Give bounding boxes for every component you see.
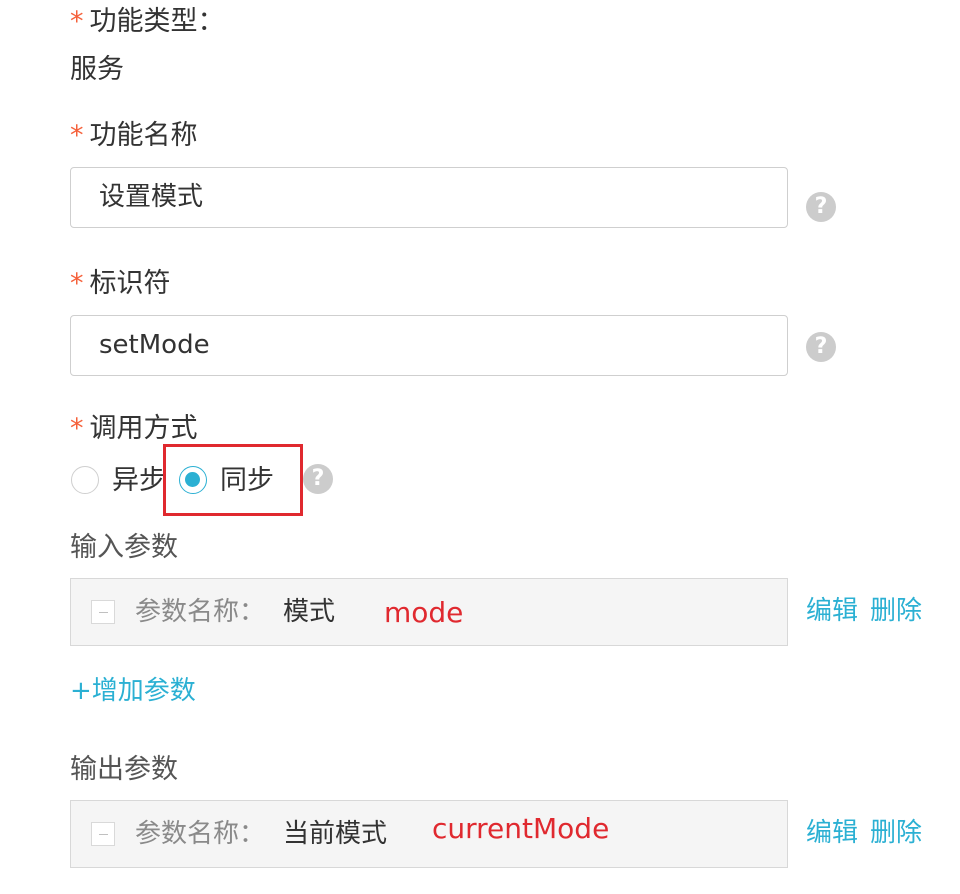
radio-async[interactable] [71, 466, 99, 494]
function-type-label: * 功能类型： [70, 6, 225, 37]
function-name-label: * 功能名称 [70, 120, 198, 151]
input-param-row: 参数名称： 模式 mode [70, 578, 788, 646]
required-mark: * [70, 413, 84, 444]
input-params-label: 输入参数 [70, 532, 178, 563]
param-identifier-annotation: mode [384, 596, 464, 629]
output-params-label: 输出参数 [70, 754, 178, 785]
param-identifier-annotation: currentMode [432, 812, 610, 845]
help-icon[interactable]: ? [806, 192, 836, 222]
required-mark: * [70, 6, 84, 37]
function-name-input[interactable]: 设置模式 [70, 167, 788, 228]
identifier-input[interactable]: setMode [70, 315, 788, 376]
edit-param-link[interactable]: 编辑 [806, 820, 858, 846]
param-name-value: 当前模式 [283, 819, 388, 849]
radio-async-label[interactable]: 异步 [112, 467, 166, 494]
function-type-value: 服务 [70, 54, 124, 85]
help-icon[interactable]: ? [303, 464, 333, 494]
help-icon[interactable]: ? [806, 332, 836, 362]
param-name-label: 参数名称： [135, 819, 266, 849]
output-param-row: 参数名称： 当前模式 currentMode [70, 800, 788, 868]
required-mark: * [70, 120, 84, 151]
delete-param-link[interactable]: 删除 [870, 598, 922, 624]
highlight-annotation-box [163, 444, 303, 516]
param-checkbox[interactable] [91, 822, 115, 846]
required-mark: * [70, 268, 84, 299]
param-name-label: 参数名称： [135, 597, 266, 627]
add-param-link[interactable]: +增加参数 [70, 678, 196, 704]
call-mode-label: * 调用方式 [70, 413, 198, 444]
edit-param-link[interactable]: 编辑 [806, 598, 858, 624]
param-name-value: 模式 [283, 597, 336, 627]
delete-param-link[interactable]: 删除 [870, 820, 922, 846]
param-checkbox[interactable] [91, 600, 115, 624]
identifier-label: * 标识符 [70, 268, 171, 299]
